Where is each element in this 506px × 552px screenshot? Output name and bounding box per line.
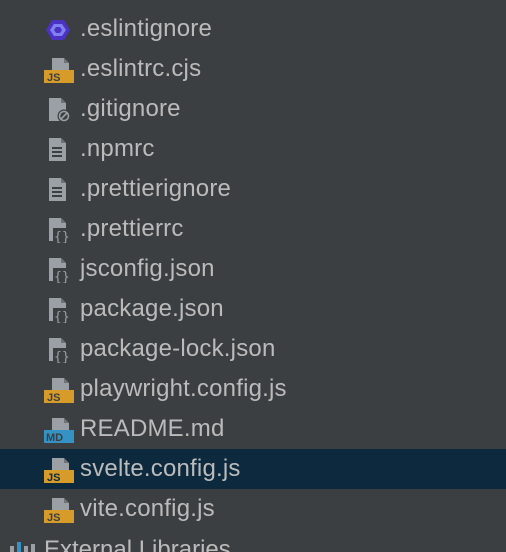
- file-row-jsconfig[interactable]: {} jsconfig.json: [0, 249, 506, 289]
- json-file-icon: {}: [44, 297, 74, 323]
- json-file-icon: {}: [44, 337, 74, 363]
- svg-text:{}: {}: [54, 270, 70, 283]
- file-name: .eslintignore: [80, 15, 213, 42]
- file-name: .eslintrc.cjs: [80, 55, 202, 82]
- markdown-file-icon: MD: [44, 417, 74, 443]
- js-file-icon: JS: [44, 57, 74, 83]
- js-file-icon: JS: [44, 377, 74, 403]
- text-file-icon: [44, 177, 74, 203]
- file-row-vite-config[interactable]: JS vite.config.js: [0, 489, 506, 529]
- file-row-prettierrc[interactable]: {} .prettierrc: [0, 209, 506, 249]
- file-row-npmrc[interactable]: .npmrc: [0, 129, 506, 169]
- file-row-readme[interactable]: MD README.md: [0, 409, 506, 449]
- file-name: jsconfig.json: [80, 255, 215, 282]
- file-name: .prettierignore: [80, 175, 232, 202]
- text-file-icon: [44, 137, 74, 163]
- svg-text:JS: JS: [47, 472, 60, 483]
- project-tree: .eslintignore JS .eslintrc.cjs .gitignor…: [0, 0, 506, 552]
- json-file-icon: {}: [44, 257, 74, 283]
- external-libraries-label: External Libraries: [44, 536, 231, 552]
- file-row-eslintignore[interactable]: .eslintignore: [0, 9, 506, 49]
- file-row-gitignore[interactable]: .gitignore: [0, 89, 506, 129]
- file-name: package.json: [80, 295, 224, 322]
- file-row-prettierignore[interactable]: .prettierignore: [0, 169, 506, 209]
- eslint-icon: [44, 17, 74, 43]
- file-name: README.md: [80, 415, 225, 442]
- svg-text:JS: JS: [47, 72, 60, 83]
- file-row-package-json[interactable]: {} package.json: [0, 289, 506, 329]
- file-row-playwright-config[interactable]: JS playwright.config.js: [0, 369, 506, 409]
- file-row-svelte-config[interactable]: JS svelte.config.js: [0, 449, 506, 489]
- file-row-package-lock[interactable]: {} package-lock.json: [0, 329, 506, 369]
- js-file-icon: JS: [44, 457, 74, 483]
- json-file-icon: {}: [44, 217, 74, 243]
- file-name: .npmrc: [80, 135, 155, 162]
- file-row-eslintrc[interactable]: JS .eslintrc.cjs: [0, 49, 506, 89]
- file-name: .gitignore: [80, 95, 181, 122]
- svg-text:{}: {}: [54, 310, 70, 323]
- libraries-icon: [8, 538, 38, 552]
- svg-text:{}: {}: [54, 350, 70, 363]
- file-name: .prettierrc: [80, 215, 184, 242]
- file-name: svelte.config.js: [80, 455, 241, 482]
- js-file-icon: JS: [44, 497, 74, 523]
- svg-text:{}: {}: [54, 230, 70, 243]
- svg-text:JS: JS: [47, 392, 60, 403]
- ignore-file-icon: [44, 97, 74, 123]
- external-libraries-node[interactable]: External Libraries: [0, 530, 506, 552]
- svg-text:MD: MD: [46, 432, 63, 443]
- file-name: playwright.config.js: [80, 375, 287, 402]
- file-name: vite.config.js: [80, 495, 215, 522]
- file-name: package-lock.json: [80, 335, 276, 362]
- svg-text:JS: JS: [47, 512, 60, 523]
